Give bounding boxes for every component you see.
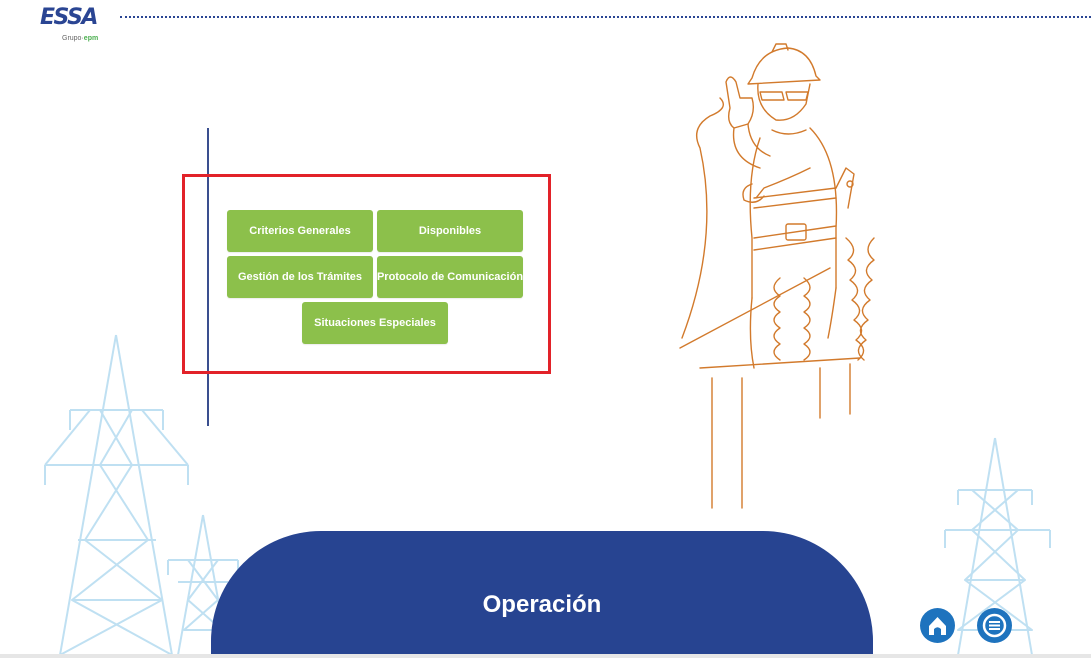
essa-logo: ESSA Grupo·epm bbox=[40, 6, 110, 48]
protocolo-comunicacion-button[interactable]: Protocolo de Comunicación bbox=[377, 256, 523, 298]
home-button[interactable] bbox=[920, 608, 955, 643]
logo-mark: ESSA bbox=[40, 5, 98, 30]
section-title: Operación bbox=[482, 591, 602, 618]
bottom-divider bbox=[0, 654, 1091, 658]
disponibles-button[interactable]: Disponibles bbox=[377, 210, 523, 252]
insulator-icon bbox=[773, 237, 875, 361]
gestion-tramites-button[interactable]: Gestión de los Trámites bbox=[227, 256, 373, 298]
tower-left-icon bbox=[44, 334, 189, 656]
list-icon bbox=[982, 613, 1007, 638]
situaciones-especiales-button[interactable]: Situaciones Especiales bbox=[302, 302, 448, 344]
section-banner: Operación bbox=[211, 531, 873, 658]
criterios-generales-button[interactable]: Criterios Generales bbox=[227, 210, 373, 252]
header-dotted-divider bbox=[120, 16, 1091, 18]
logo-sub-prefix: Grupo· bbox=[62, 35, 84, 42]
menu-list-button[interactable] bbox=[977, 608, 1012, 643]
logo-subtitle: Grupo·epm bbox=[62, 34, 98, 44]
lineman-illustration bbox=[679, 43, 875, 509]
home-icon bbox=[929, 617, 946, 635]
logo-sub-brand: epm bbox=[83, 35, 99, 42]
